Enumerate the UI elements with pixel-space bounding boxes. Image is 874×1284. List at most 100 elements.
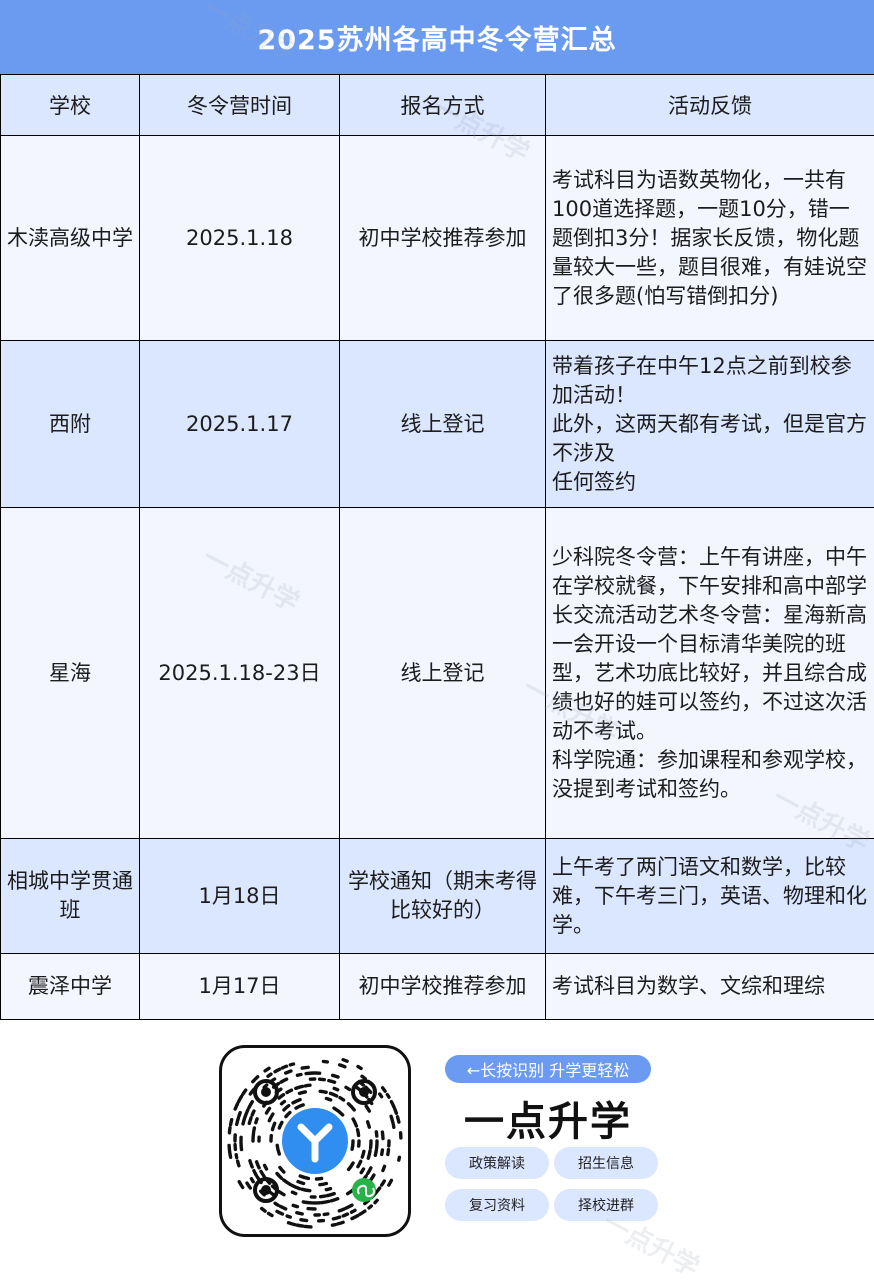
camp-summary-table: 学校 冬令营时间 报名方式 活动反馈 木渎高级中学2025.1.18初中学校推荐… xyxy=(0,74,874,1020)
qr-segment xyxy=(280,1206,285,1209)
qr-segment xyxy=(296,1105,303,1108)
qr-segment xyxy=(320,1079,325,1080)
qr-segment xyxy=(261,1171,264,1176)
wechat-mini-program-icon xyxy=(352,1178,376,1202)
qr-segment xyxy=(257,1162,260,1168)
cell-signup: 学校通知（期末考得比较好的） xyxy=(340,839,546,954)
qr-segment xyxy=(254,1171,256,1175)
qr-segment xyxy=(250,1161,252,1167)
qr-segment xyxy=(320,1184,327,1185)
qr-segment xyxy=(253,1133,254,1141)
qr-segment xyxy=(352,1141,353,1149)
qr-segment xyxy=(369,1206,371,1208)
qr-segment xyxy=(321,1196,325,1197)
qr-segment xyxy=(360,1211,365,1214)
qr-segment xyxy=(236,1155,237,1158)
feedback-line: 考试科目为数学、文综和理综 xyxy=(552,972,868,1001)
qr-segment xyxy=(358,1161,361,1166)
qr-segment xyxy=(320,1091,326,1092)
feedback-line: 任何签约 xyxy=(552,468,868,497)
qr-segment xyxy=(382,1150,383,1155)
qr-segment xyxy=(273,1123,275,1129)
qr-segment xyxy=(279,1122,282,1128)
qr-segment xyxy=(269,1114,273,1121)
qr-segment xyxy=(306,1073,313,1074)
qr-segment xyxy=(398,1117,399,1122)
table-header-row: 学校 冬令营时间 报名方式 活动反馈 xyxy=(1,75,874,136)
qr-segment xyxy=(253,1077,258,1082)
qr-pattern xyxy=(222,1048,408,1234)
qr-segment xyxy=(275,1203,278,1205)
qr-segment xyxy=(275,1069,280,1072)
qr-segment xyxy=(282,1102,285,1104)
qr-segment xyxy=(297,1075,301,1076)
qr-segment xyxy=(239,1113,240,1117)
qr-segment xyxy=(297,1213,302,1214)
qr-segment xyxy=(264,1085,267,1087)
qr-segment xyxy=(281,1079,287,1082)
qr-segment xyxy=(296,1086,303,1088)
qr-segment xyxy=(286,1071,291,1073)
qr-segment xyxy=(317,1178,322,1179)
column-header-school: 学校 xyxy=(1,75,140,136)
column-header-date: 冬令营时间 xyxy=(140,75,340,136)
qr-segment xyxy=(382,1132,383,1139)
qr-segment xyxy=(332,1225,335,1226)
cell-date: 1月18日 xyxy=(140,839,340,954)
qr-segment xyxy=(368,1122,370,1127)
qr-segment xyxy=(343,1060,347,1062)
qr-segment xyxy=(362,1076,365,1078)
qr-segment xyxy=(302,1189,310,1191)
qr-segment xyxy=(339,1209,344,1211)
qr-segment xyxy=(300,1176,308,1178)
qr-segment xyxy=(265,1068,269,1071)
cell-school: 西附 xyxy=(1,341,140,508)
qr-segment xyxy=(262,1209,265,1212)
cell-signup: 初中学校推荐参加 xyxy=(340,954,546,1020)
qr-segment xyxy=(300,1092,306,1094)
feedback-line: 带着孩子在中午12点之前到校参加活动！ xyxy=(552,352,868,410)
qr-segment xyxy=(366,1106,369,1111)
qr-segment xyxy=(383,1088,386,1091)
feedback-line: 考试科目为语数英物化，一共有100道选择题，一题10分，错一题倒扣3分！据家长反… xyxy=(552,166,868,311)
qr-segment xyxy=(279,1192,284,1195)
feedback-line: 动不考试。 xyxy=(552,717,868,746)
qr-segment xyxy=(283,1066,287,1068)
cell-date: 1月17日 xyxy=(140,954,340,1020)
table-row: 西附2025.1.17线上登记带着孩子在中午12点之前到校参加活动！此外，这两天… xyxy=(1,341,874,508)
qr-segment xyxy=(375,1150,376,1155)
qr-segment xyxy=(326,1189,330,1190)
table-row: 星海2025.1.18-23日线上登记少科院冬令营：上午有讲座，中午在学校就餐，… xyxy=(1,508,874,839)
qr-finder-dot xyxy=(359,1087,369,1097)
qr-segment xyxy=(346,1087,350,1089)
qr-segment xyxy=(340,1098,344,1100)
qr-segment xyxy=(251,1179,253,1182)
qr-segment xyxy=(352,1216,358,1219)
qr-segment xyxy=(389,1180,392,1185)
qr-finder-dot xyxy=(261,1185,271,1195)
qr-segment xyxy=(243,1117,245,1124)
qr-segment xyxy=(371,1175,374,1179)
qr-segment xyxy=(293,1100,300,1103)
cell-feedback: 上午考了两门语文和数学，比较难，下午考三门，英语、物理和化学。 xyxy=(546,839,874,954)
feedback-line: 此外，这两天都有考试，但是官方不涉及 xyxy=(552,410,868,468)
tag-admissions: 招生信息 xyxy=(554,1147,658,1179)
qr-segment xyxy=(338,1222,343,1224)
cell-feedback: 考试科目为数学、文综和理综 xyxy=(546,954,874,1020)
qr-segment xyxy=(297,1225,303,1226)
column-header-signup: 报名方式 xyxy=(340,75,546,136)
qr-segment xyxy=(301,1220,307,1221)
qr-segment xyxy=(254,1128,255,1132)
feedback-line: 科学院通：参加课程和参观学校，没提到考试和签约。 xyxy=(552,746,868,804)
qr-segment xyxy=(329,1081,335,1083)
qr-segment xyxy=(333,1217,339,1219)
cell-date: 2025.1.18 xyxy=(140,136,340,341)
qr-segment xyxy=(380,1094,382,1097)
page-title: 2025苏州各高中冬令营汇总 xyxy=(0,0,874,74)
qr-segment xyxy=(238,1161,239,1166)
qr-segment xyxy=(327,1194,334,1196)
qr-segment xyxy=(387,1095,389,1098)
qr-segment xyxy=(376,1188,380,1193)
qr-segment xyxy=(326,1099,330,1100)
qr-segment xyxy=(302,1067,308,1068)
